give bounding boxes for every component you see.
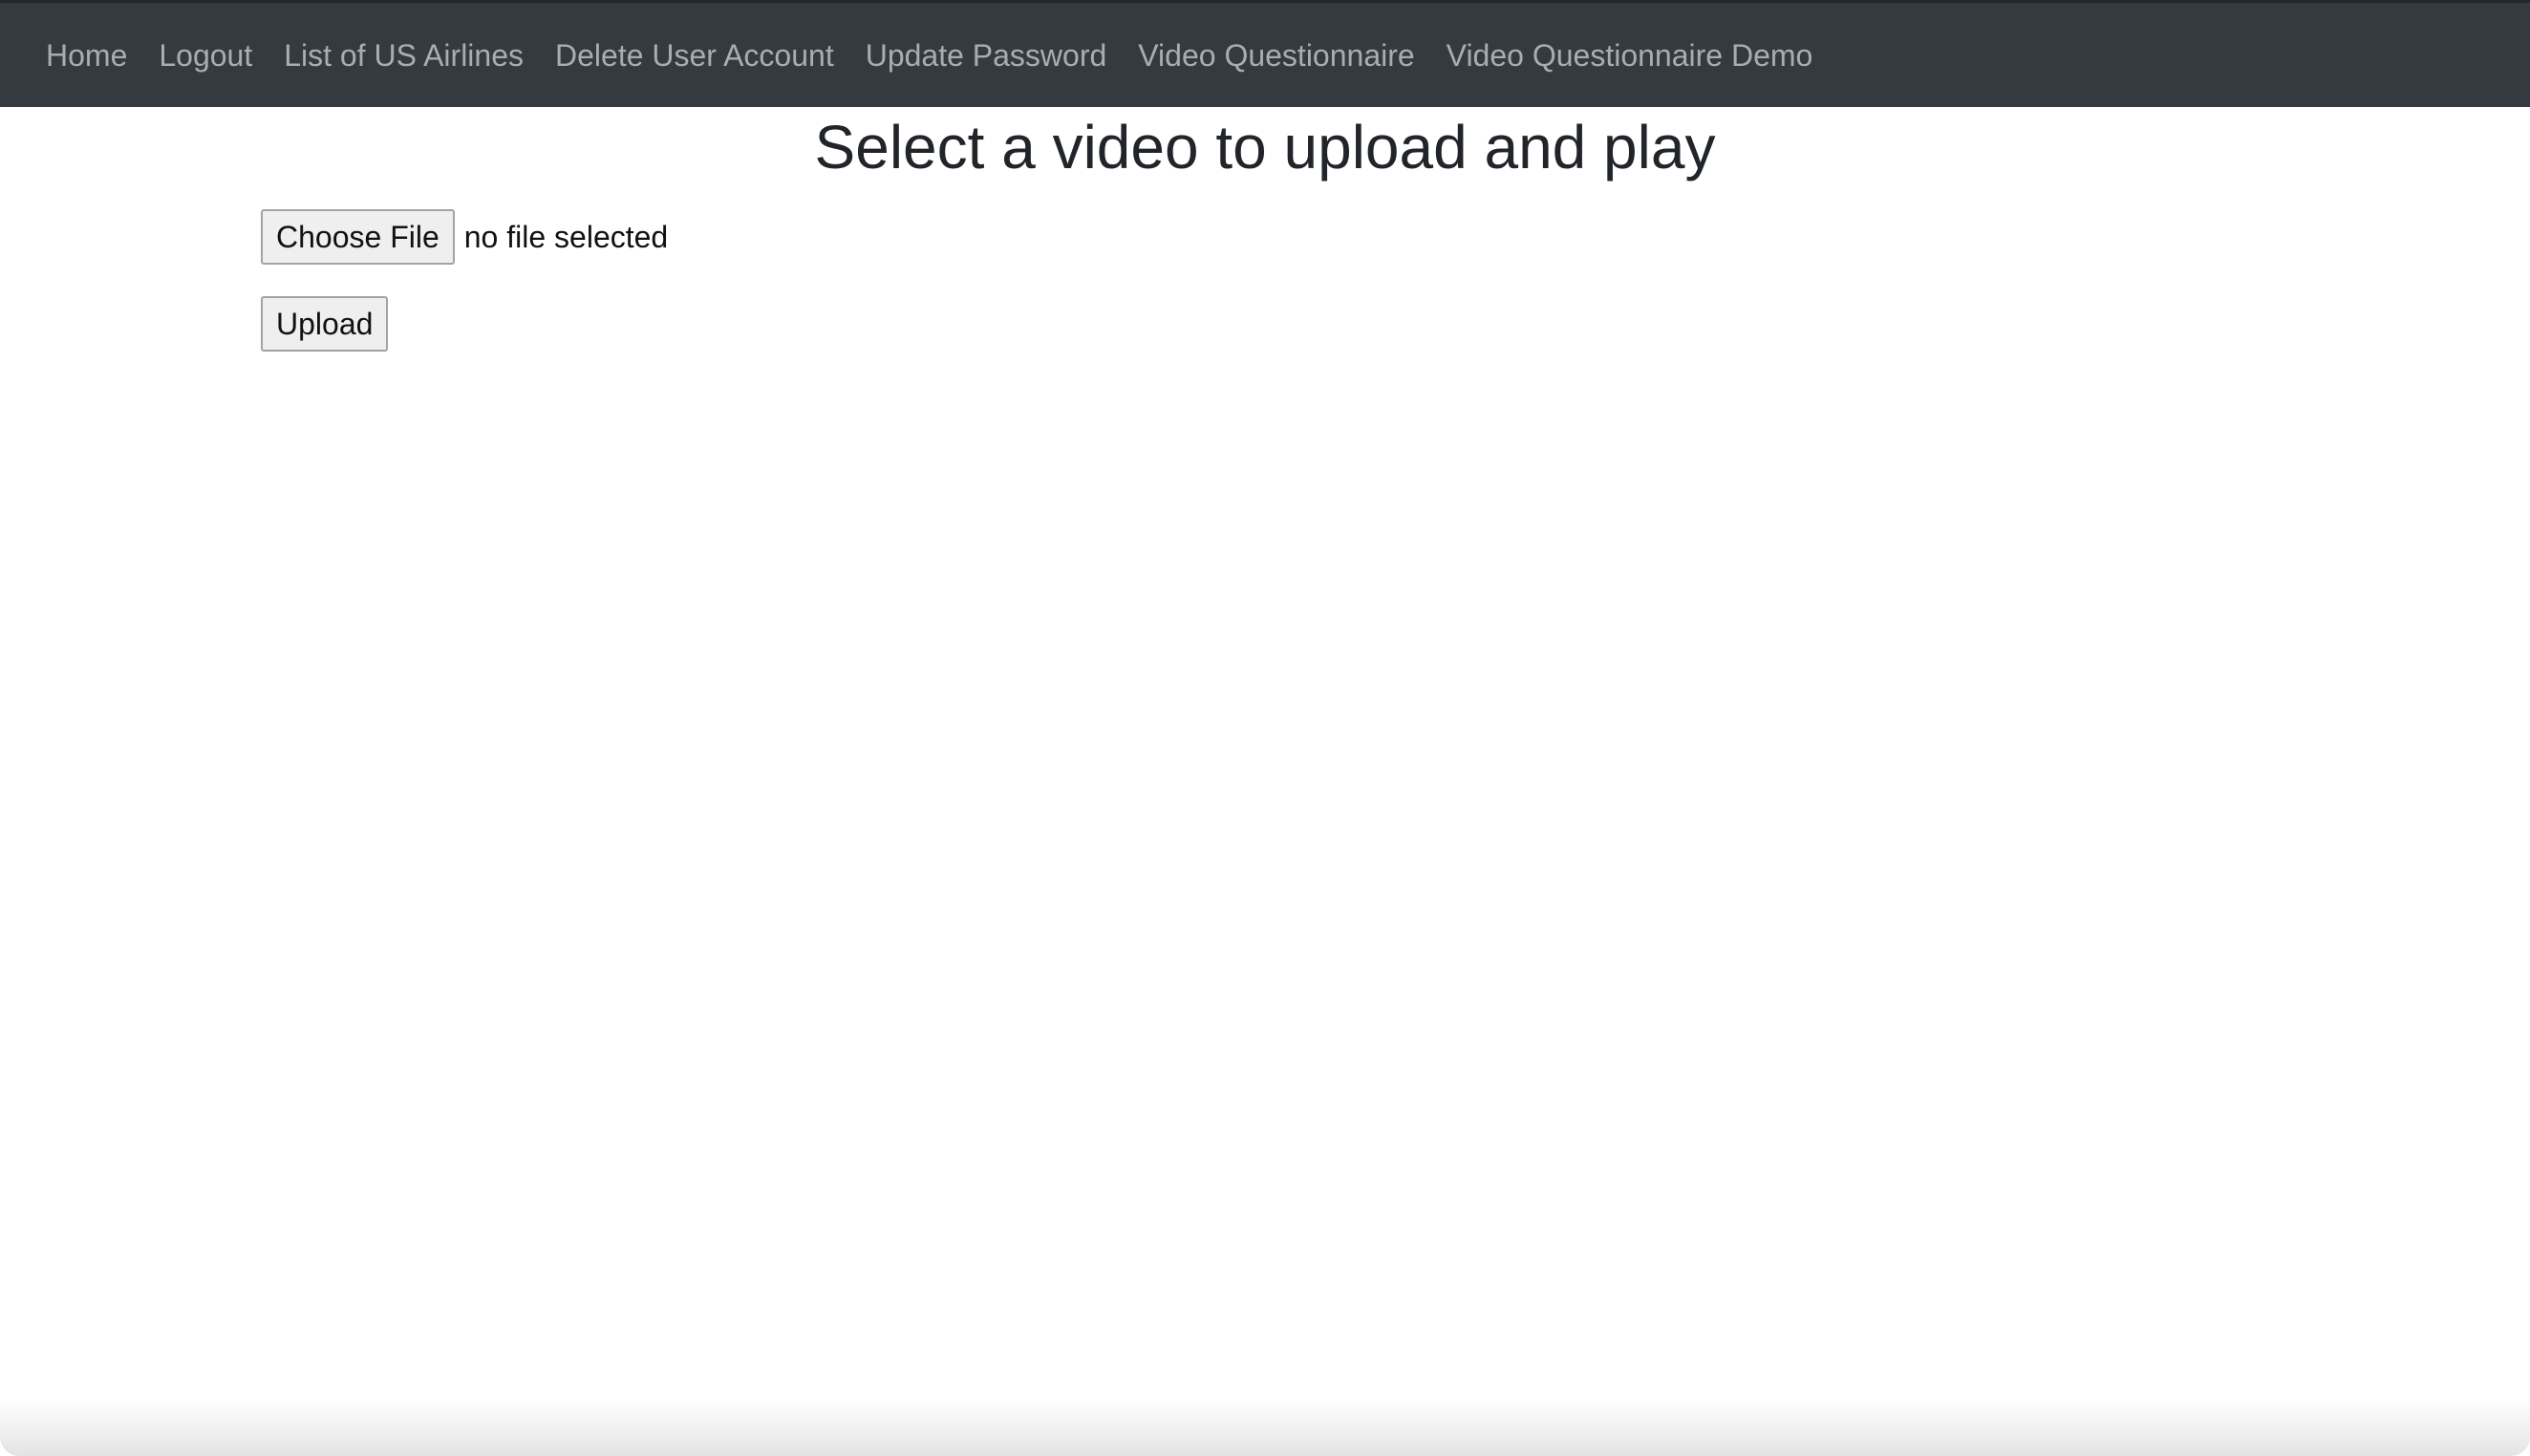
top-navbar: Home Logout List of US Airlines Delete U…: [0, 0, 2530, 107]
nav-link-delete-account[interactable]: Delete User Account: [555, 40, 834, 71]
nav-link-update-password[interactable]: Update Password: [866, 40, 1107, 71]
nav-link-us-airlines[interactable]: List of US Airlines: [284, 40, 524, 71]
nav-link-video-questionnaire-demo[interactable]: Video Questionnaire Demo: [1447, 40, 1813, 71]
nav-link-logout[interactable]: Logout: [159, 40, 252, 71]
nav-link-video-questionnaire[interactable]: Video Questionnaire: [1138, 40, 1414, 71]
nav-link-home[interactable]: Home: [46, 40, 127, 71]
upload-row: Upload: [261, 296, 389, 352]
file-status-text: no file selected: [463, 219, 669, 254]
file-input: Choose File no file selected: [261, 209, 668, 265]
page: Home Logout List of US Airlines Delete U…: [0, 0, 2530, 1456]
window-bottom-shadow: [0, 1399, 2530, 1456]
choose-file-button[interactable]: Choose File: [261, 209, 455, 265]
upload-button[interactable]: Upload: [261, 296, 389, 352]
page-title: Select a video to upload and play: [814, 113, 1716, 182]
